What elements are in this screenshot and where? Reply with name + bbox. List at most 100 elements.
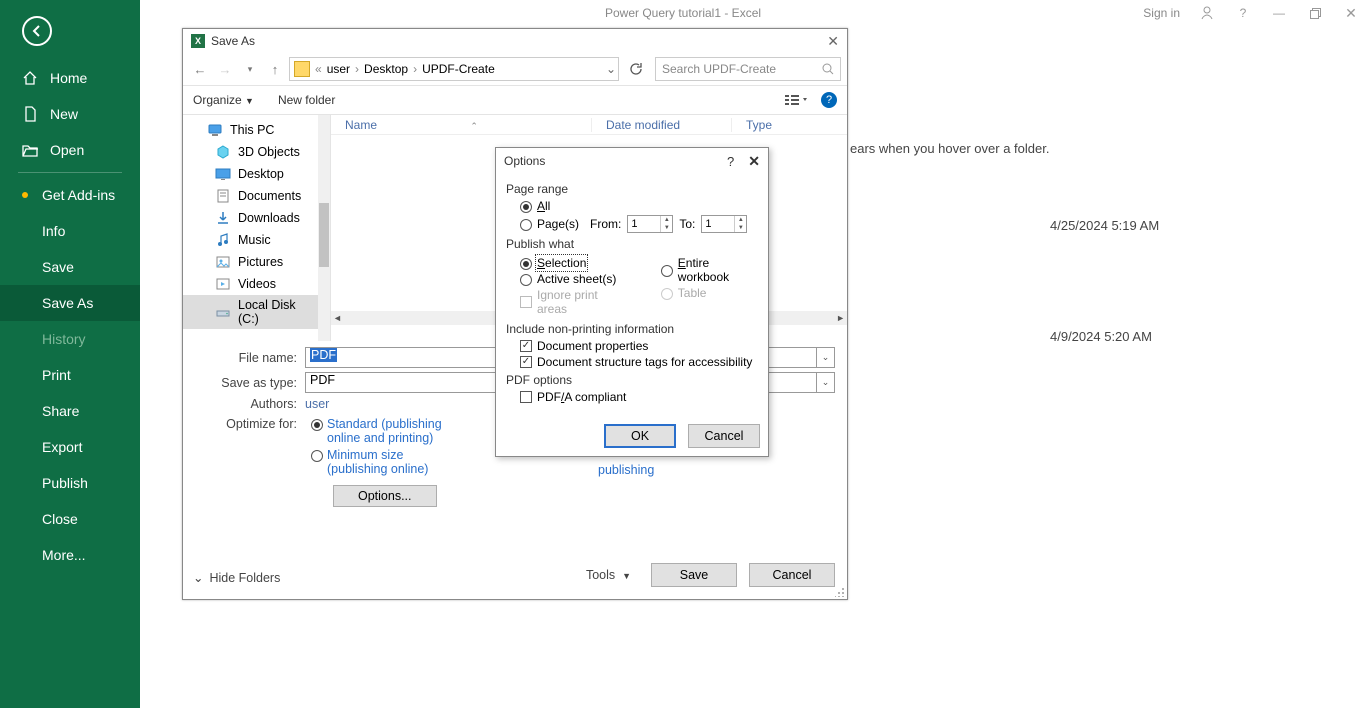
sidebar-item-info[interactable]: Info xyxy=(0,213,140,249)
address-bar[interactable]: « user › Desktop › UPDF-Create ⌄ xyxy=(289,57,619,81)
sidebar-item-open[interactable]: Open xyxy=(0,132,140,168)
pictures-icon xyxy=(215,254,231,270)
authors-label: Authors: xyxy=(183,397,305,411)
resize-grip-icon[interactable] xyxy=(835,587,845,597)
entire-label: Entire workbook xyxy=(678,256,758,284)
checkbox-icon xyxy=(520,340,532,352)
publish-selection-radio[interactable]: Selection xyxy=(520,256,625,270)
tree-label: Pictures xyxy=(238,255,283,269)
radio-icon xyxy=(520,219,532,231)
cancel-button[interactable]: Cancel xyxy=(749,563,835,587)
excel-icon: X xyxy=(191,34,205,48)
docprops-label: Document properties xyxy=(537,339,648,353)
tree-label: This PC xyxy=(230,123,274,137)
dialog-close-icon[interactable]: ✕ xyxy=(827,33,839,50)
tree-item-3d[interactable]: 3D Objects xyxy=(183,141,330,163)
sidebar-item-publish[interactable]: Publish xyxy=(0,465,140,501)
new-folder-button[interactable]: New folder xyxy=(278,93,335,107)
radio-icon xyxy=(311,419,323,431)
folder-icon xyxy=(294,61,310,77)
organize-button[interactable]: Organize ▼ xyxy=(193,93,254,107)
breadcrumb-segment[interactable]: Desktop xyxy=(364,62,408,76)
options-button[interactable]: Options... xyxy=(333,485,437,507)
col-name[interactable]: Name ⌃ xyxy=(331,118,591,132)
breadcrumb-segment[interactable]: user xyxy=(327,62,350,76)
col-type[interactable]: Type xyxy=(731,118,847,132)
refresh-button[interactable] xyxy=(624,58,646,80)
user-icon[interactable] xyxy=(1198,5,1216,21)
sidebar-item-saveas[interactable]: Save As xyxy=(0,285,140,321)
checkbox-icon xyxy=(520,391,532,403)
authors-value[interactable]: user xyxy=(305,397,329,411)
sidebar-item-share[interactable]: Share xyxy=(0,393,140,429)
dialog-help-icon[interactable]: ? xyxy=(821,92,837,108)
page-range-pages-radio[interactable]: Page(s) From: ▲▼ To: ▲▼ xyxy=(520,215,758,233)
hide-folders-button[interactable]: ⌄ Hide Folders xyxy=(193,570,280,585)
nav-back-button[interactable]: ← xyxy=(189,58,211,80)
optimize-minimum-radio[interactable]: Minimum size (publishing online) xyxy=(311,448,457,476)
from-input[interactable] xyxy=(628,218,660,230)
tree-item-documents[interactable]: Documents xyxy=(183,185,330,207)
nav-up-button[interactable]: ↑ xyxy=(264,58,286,80)
sidebar-item-new[interactable]: New xyxy=(0,96,140,132)
tree-item-desktop[interactable]: Desktop xyxy=(183,163,330,185)
save-button[interactable]: Save xyxy=(651,563,737,587)
back-button[interactable] xyxy=(0,0,140,60)
sidebar-item-more[interactable]: More... xyxy=(0,537,140,573)
help-icon[interactable]: ? xyxy=(1234,6,1252,20)
address-dropdown-icon[interactable]: ⌄ xyxy=(604,62,618,76)
options-close-icon[interactable]: ✕ xyxy=(748,153,760,170)
to-label: To: xyxy=(679,217,695,231)
publish-entire-radio[interactable]: Entire workbook xyxy=(661,256,758,284)
tree-item-thispc[interactable]: This PC xyxy=(183,119,330,141)
publish-active-radio[interactable]: Active sheet(s) xyxy=(520,272,625,286)
breadcrumb-segment[interactable]: UPDF-Create xyxy=(422,62,495,76)
scroll-right-icon[interactable]: ► xyxy=(836,313,845,323)
window-close-icon[interactable]: ✕ xyxy=(1342,5,1360,22)
tree-scrollbar[interactable] xyxy=(318,115,330,341)
window-minimize-icon[interactable]: — xyxy=(1270,6,1288,20)
downloads-icon xyxy=(215,210,231,226)
tree-item-pictures[interactable]: Pictures xyxy=(183,251,330,273)
sign-in-link[interactable]: Sign in xyxy=(1143,6,1180,20)
save-type-dropdown-icon[interactable]: ⌄ xyxy=(817,372,835,393)
docstruct-checkbox[interactable]: Document structure tags for accessibilit… xyxy=(520,355,758,369)
radio-icon xyxy=(520,201,532,213)
sidebar-item-save[interactable]: Save xyxy=(0,249,140,285)
file-name-dropdown-icon[interactable]: ⌄ xyxy=(817,347,835,368)
active-label: Active sheet(s) xyxy=(537,272,616,286)
col-date[interactable]: Date modified xyxy=(591,118,731,132)
pdfa-checkbox[interactable]: PDF/A compliant xyxy=(520,390,758,404)
sidebar-item-export[interactable]: Export xyxy=(0,429,140,465)
radio-icon xyxy=(311,450,323,462)
tree-item-videos[interactable]: Videos xyxy=(183,273,330,295)
sidebar-item-print[interactable]: Print xyxy=(0,357,140,393)
file-name-label: File name: xyxy=(183,351,305,365)
sidebar-item-addins[interactable]: Get Add-ins xyxy=(0,177,140,213)
tree-item-music[interactable]: Music xyxy=(183,229,330,251)
optimize-standard-radio[interactable]: Standard (publishing online and printing… xyxy=(311,417,457,445)
to-input[interactable] xyxy=(702,218,734,230)
sidebar-item-close[interactable]: Close xyxy=(0,501,140,537)
scroll-left-icon[interactable]: ◄ xyxy=(333,313,342,323)
search-input[interactable]: Search UPDF-Create xyxy=(655,57,841,81)
include-label: Include non-printing information xyxy=(506,322,758,336)
optimize-standard-label: Standard (publishing online and printing… xyxy=(327,417,457,445)
scrollbar-thumb[interactable] xyxy=(319,203,329,267)
options-help-icon[interactable]: ? xyxy=(727,154,734,169)
view-mode-button[interactable] xyxy=(785,93,807,107)
page-range-all-radio[interactable]: All xyxy=(520,199,758,213)
nav-recent-dropdown[interactable]: ▾ xyxy=(239,58,261,80)
options-ok-button[interactable]: OK xyxy=(604,424,676,448)
tree-item-localdisk[interactable]: Local Disk (C:) ⌄ xyxy=(183,295,330,329)
column-headers[interactable]: Name ⌃ Date modified Type xyxy=(331,115,847,135)
tree-item-downloads[interactable]: Downloads xyxy=(183,207,330,229)
tools-menu[interactable]: Tools ▼ xyxy=(586,568,631,582)
from-spinner[interactable]: ▲▼ xyxy=(627,215,673,233)
options-cancel-button[interactable]: Cancel xyxy=(688,424,760,448)
window-restore-icon[interactable] xyxy=(1306,8,1324,19)
sidebar-item-home[interactable]: Home xyxy=(0,60,140,96)
docprops-checkbox[interactable]: Document properties xyxy=(520,339,758,353)
to-spinner[interactable]: ▲▼ xyxy=(701,215,747,233)
ignore-label: Ignore print areas xyxy=(537,288,625,316)
